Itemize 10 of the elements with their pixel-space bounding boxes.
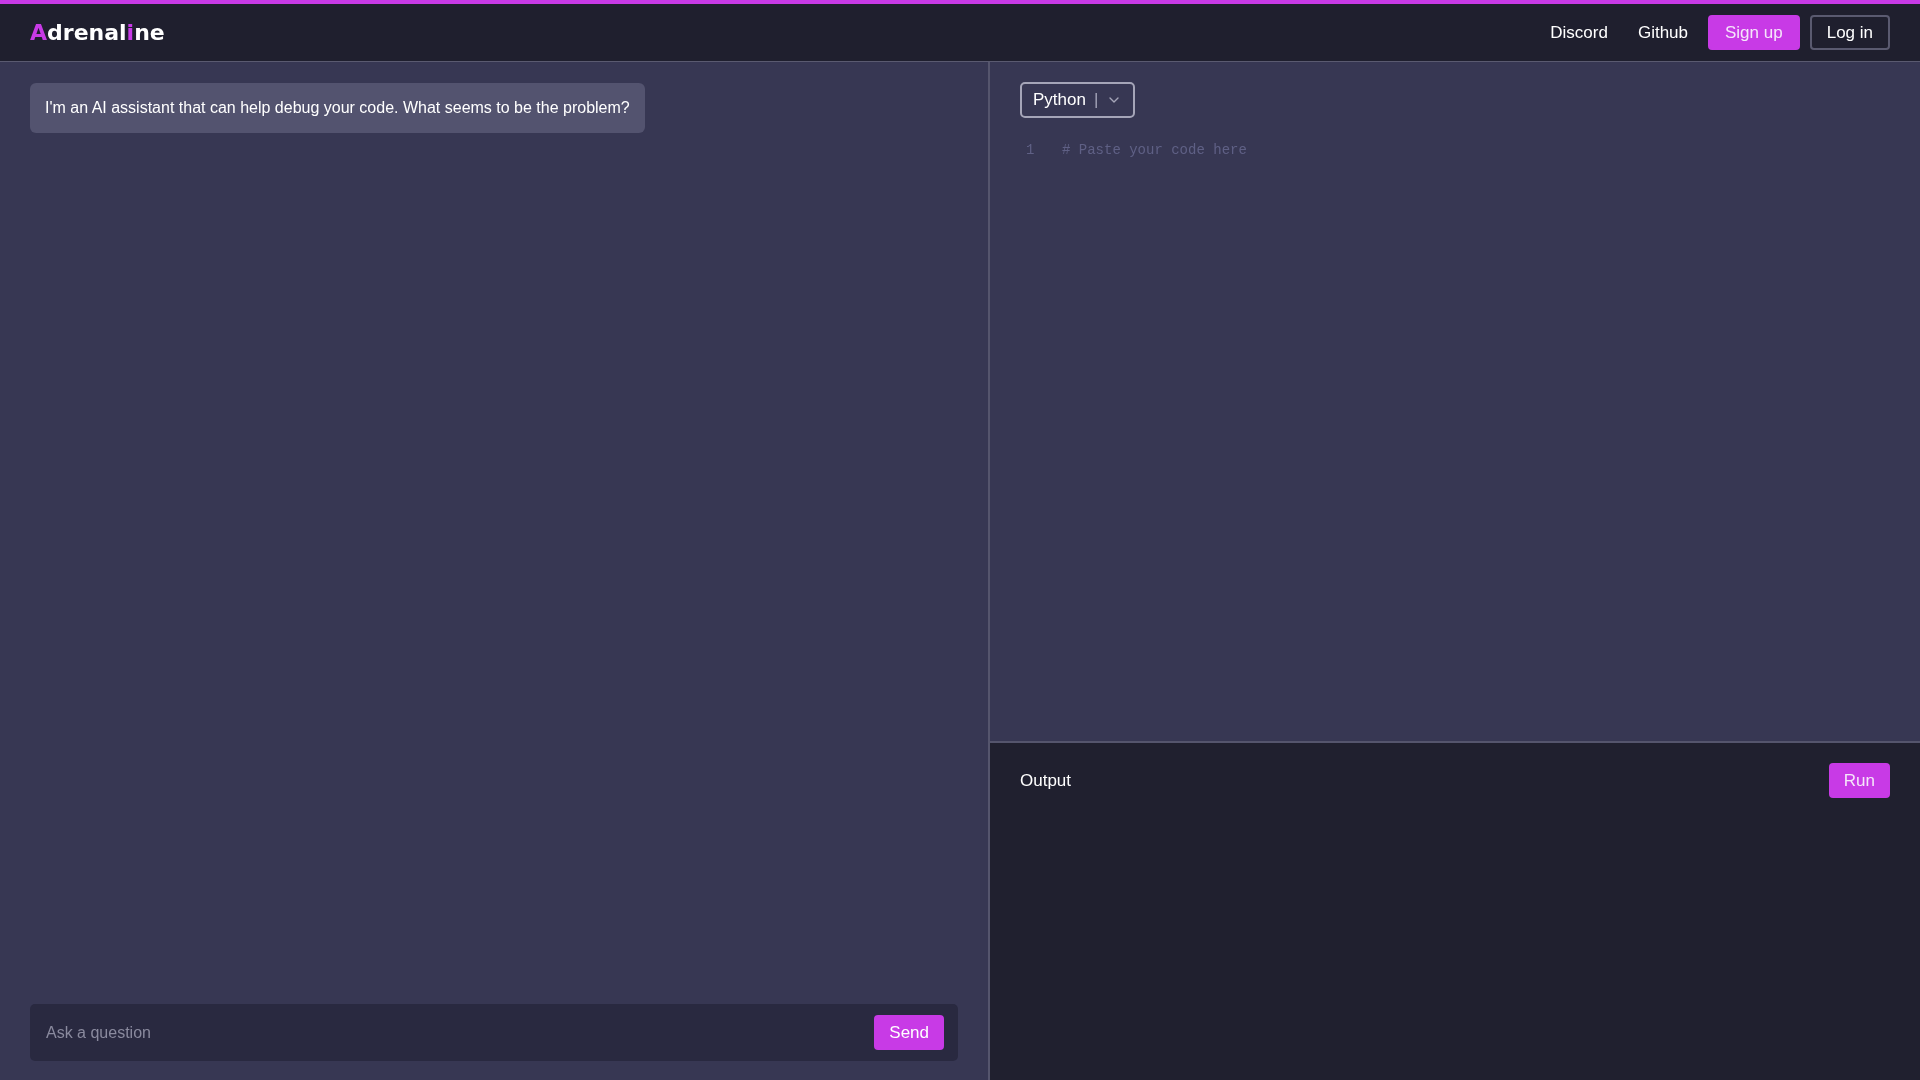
question-input-field[interactable]: Ask a question Send [30,1004,958,1061]
send-button[interactable]: Send [874,1015,944,1050]
language-select[interactable]: Python | [1020,82,1136,118]
separator: | [1093,89,1099,112]
nav-link[interactable]: Github [1627,19,1698,46]
logo[interactable]: Adrenaline [30,16,165,49]
output-title: Output [1020,769,1072,792]
assistant-message: I'm an AI assistant that can help debug your code. What seems to be the problem? [30,83,645,133]
log-in-button[interactable]: Log in [1809,15,1890,50]
nav-link[interactable]: Discord [1540,19,1618,46]
